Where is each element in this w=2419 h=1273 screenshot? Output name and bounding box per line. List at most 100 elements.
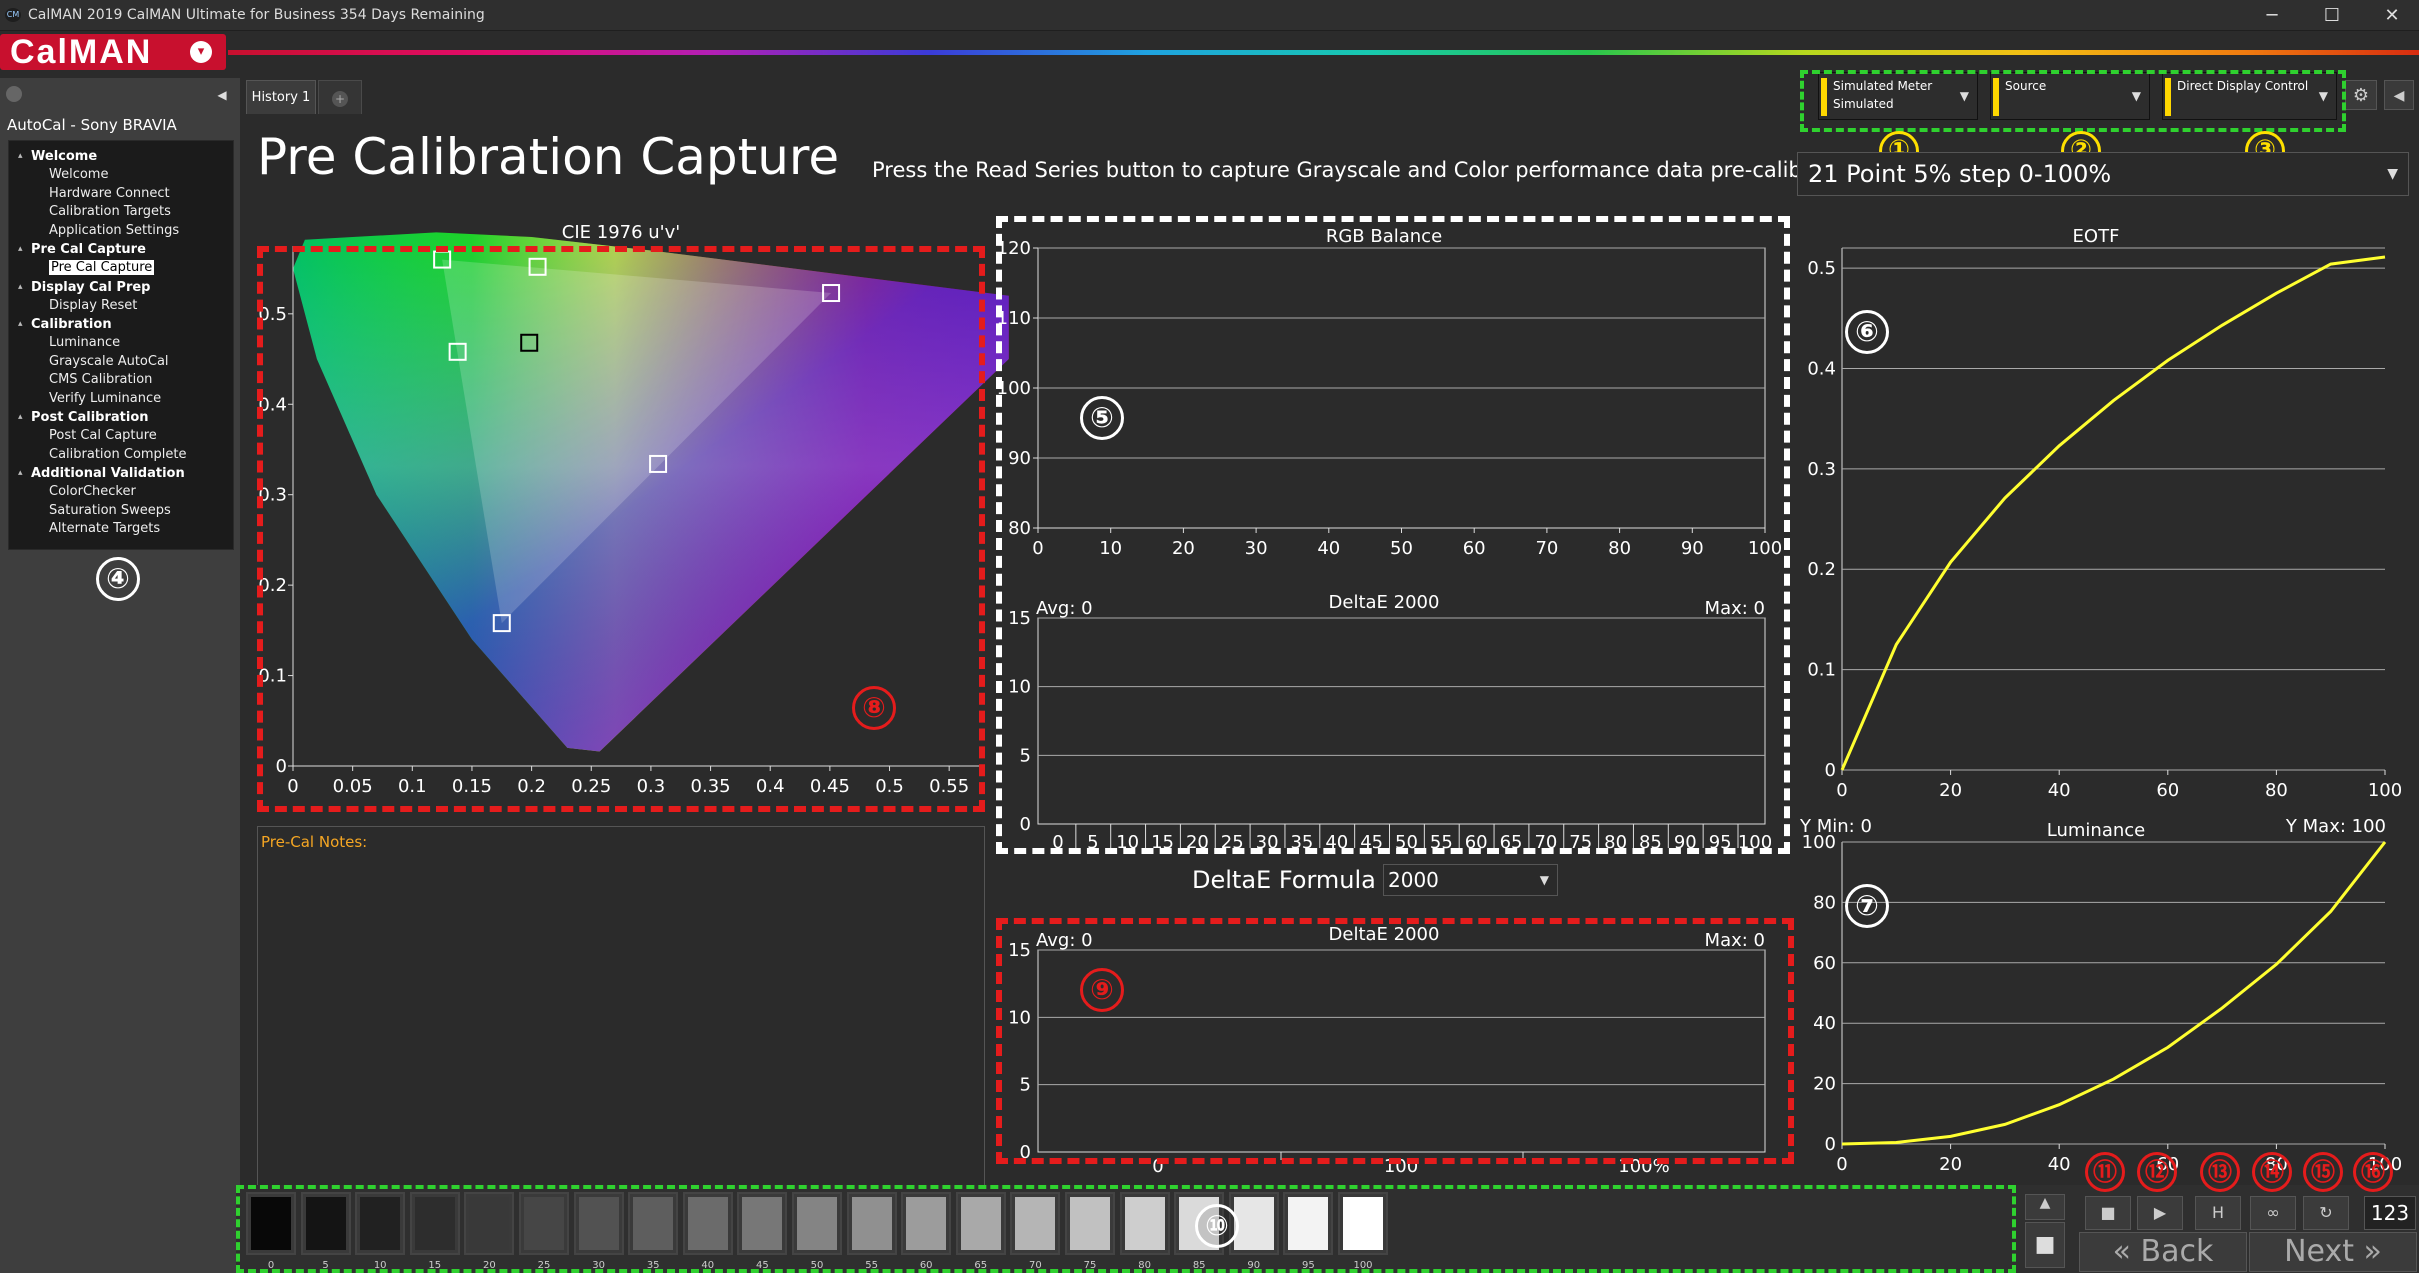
marker-11: ⑪ <box>2085 1152 2125 1192</box>
nav-item-label: ColorChecker <box>49 484 136 499</box>
nav-section-0[interactable]: Welcome <box>9 147 233 166</box>
annotation-box-devices <box>1800 70 2346 132</box>
eotf-chart: 0 0.1 0.2 0.3 0.4 0.5 0 20 40 60 80 100 EOTF <box>1800 224 2410 801</box>
luminance-chart: 0 20 40 60 80 100 0 20 40 60 80 100 Luminance Y Min: … <box>1799 816 2410 1188</box>
x-tick-label: 20 <box>1939 1154 1962 1175</box>
back-button[interactable]: « Back <box>2079 1232 2247 1272</box>
nav-item[interactable]: Verify Luminance <box>9 390 233 409</box>
nav-item[interactable]: Pre Cal Capture <box>9 259 233 278</box>
x-tick-label: 40 <box>2048 1154 2071 1175</box>
annotation-box-deltae <box>996 918 1794 1164</box>
close-icon[interactable]: ✕ <box>2365 0 2419 31</box>
nav-item[interactable]: CMS Calibration <box>9 371 233 390</box>
y-tick-label: 20 <box>1813 1074 1836 1095</box>
chevron-down-icon: ▾ <box>190 41 212 63</box>
y-min-label: Y Min: 0 <box>1799 816 1872 837</box>
marker-14: ⑭ <box>2252 1152 2292 1192</box>
nav-item-label: Welcome <box>49 167 109 182</box>
nav-section-5[interactable]: Additional Validation <box>9 464 233 483</box>
stop-all-icon[interactable]: ■ <box>2025 1222 2065 1268</box>
luminance-svg: 0204060801000 20 40 60 80 100LuminanceY Min: … <box>1799 816 2402 1175</box>
nav-item[interactable]: Saturation Sweeps <box>9 502 233 521</box>
instructions-text: Press the Read Series button to capture … <box>872 158 1871 182</box>
x-tick-label: 60 <box>2156 780 2179 801</box>
panel-pin-icon[interactable] <box>6 86 22 102</box>
y-tick-label: 0.3 <box>1807 459 1836 480</box>
x-tick-label: 20 <box>1939 780 1962 801</box>
nav-item-label: Pre Cal Capture <box>49 260 155 275</box>
nav-item[interactable]: ColorChecker <box>9 483 233 502</box>
nav-item[interactable]: Grayscale AutoCal <box>9 353 233 372</box>
marker-13: ⑬ <box>2200 1152 2240 1192</box>
nav-item-label: Display Reset <box>49 297 138 313</box>
notes-area[interactable]: Pre-Cal Notes: <box>257 826 985 1186</box>
nav-item[interactable]: Hardware Connect <box>9 185 233 204</box>
chart-title: EOTF <box>2073 226 2120 247</box>
back-label: Back <box>2140 1234 2214 1269</box>
marker-16: ⑯ <box>2353 1152 2393 1192</box>
double-chevron-left-icon: « <box>2112 1234 2141 1269</box>
hold-icon[interactable]: H <box>2195 1196 2241 1230</box>
marker-8: ⑧ <box>852 686 896 730</box>
rainbow-divider <box>228 50 2419 55</box>
notes-label: Pre-Cal Notes: <box>261 833 368 851</box>
nav-section-3[interactable]: Calibration <box>9 315 233 334</box>
nav-item-label: Saturation Sweeps <box>49 502 171 518</box>
nav-item[interactable]: Display Reset <box>9 297 233 316</box>
maximize-icon[interactable]: ☐ <box>2305 0 2359 31</box>
marker-4: ④ <box>96 557 140 601</box>
nav-item[interactable]: Application Settings <box>9 222 233 241</box>
x-tick-label: 0 <box>1836 780 1847 801</box>
nav-section-1[interactable]: Pre Cal Capture <box>9 240 233 259</box>
scroll-up-icon[interactable]: ▲ <box>2025 1194 2065 1220</box>
nav-item[interactable]: Luminance <box>9 334 233 353</box>
nav-item[interactable]: Welcome <box>9 166 233 185</box>
nav-item-label: Application Settings <box>49 222 180 238</box>
nav-section-4[interactable]: Post Calibration <box>9 408 233 427</box>
y-max-label: Y Max: 100 <box>2285 816 2386 837</box>
nav-item[interactable]: Calibration Complete <box>9 446 233 465</box>
nav-item[interactable]: Alternate Targets <box>9 520 233 539</box>
gear-icon[interactable]: ⚙ <box>2345 80 2377 110</box>
nav-item-label: Hardware Connect <box>49 185 170 201</box>
marker-12: ⑫ <box>2137 1152 2177 1192</box>
collapse-left-icon[interactable]: ◀ <box>212 86 232 104</box>
tab-history-1[interactable]: History 1 <box>246 80 316 114</box>
refresh-icon[interactable]: ↻ <box>2303 1196 2349 1230</box>
marker-9: ⑨ <box>1080 968 1124 1012</box>
x-tick-label: 100 <box>2368 780 2402 801</box>
stop-icon[interactable]: ■ <box>2085 1196 2131 1230</box>
y-tick-label: 0 <box>1825 1134 1836 1155</box>
nav-item-label: Calibration Targets <box>49 204 171 219</box>
deltae-formula-value: 2000 <box>1388 868 1439 892</box>
loop-icon[interactable]: ∞ <box>2250 1196 2296 1230</box>
y-tick-label: 40 <box>1813 1013 1836 1034</box>
next-label: Next <box>2284 1234 2354 1269</box>
y-tick-label: 0.2 <box>1807 559 1836 580</box>
nav-item-label: Verify Luminance <box>49 390 162 406</box>
nav-section-2[interactable]: Display Cal Prep <box>9 278 233 297</box>
nav-item-label: Alternate Targets <box>49 521 161 536</box>
chart-title: Luminance <box>2047 820 2145 841</box>
workflow-tree: WelcomeWelcome Hardware Connect Calibratio… <box>8 140 234 550</box>
marker-10: ⑩ <box>1195 1204 1239 1248</box>
collapse-right-icon[interactable]: ◀ <box>2384 80 2414 110</box>
deltae-formula-select[interactable]: 2000 ▼ <box>1383 864 1558 896</box>
series-select[interactable]: 21 Point 5% step 0-100% ▼ <box>1797 152 2409 196</box>
eotf-curve <box>1840 255 2386 771</box>
deltae-formula-label: DeltaE Formula <box>1192 866 1376 894</box>
calman-logo-menu[interactable]: CalMAN ▾ <box>0 34 226 70</box>
calman-window: { "window": {"title": "CalMAN 2019 CalMA… <box>0 0 2419 1273</box>
add-tab-button[interactable]: + <box>318 80 362 114</box>
series-select-value: 21 Point 5% step 0-100% <box>1808 160 2112 188</box>
next-button[interactable]: Next » <box>2249 1232 2417 1272</box>
play-icon[interactable]: ▶ <box>2137 1196 2183 1230</box>
minimize-icon[interactable]: ─ <box>2245 0 2299 31</box>
counter-display[interactable]: 123 <box>2364 1196 2416 1230</box>
marker-15: ⑮ <box>2303 1152 2343 1192</box>
nav-item[interactable]: Calibration Targets <box>9 203 233 222</box>
y-tick-label: 0 <box>1825 760 1836 781</box>
nav-item[interactable]: Post Cal Capture <box>9 427 233 446</box>
marker-5: ⑤ <box>1080 396 1124 440</box>
x-tick-label: 0 <box>1836 1154 1847 1175</box>
